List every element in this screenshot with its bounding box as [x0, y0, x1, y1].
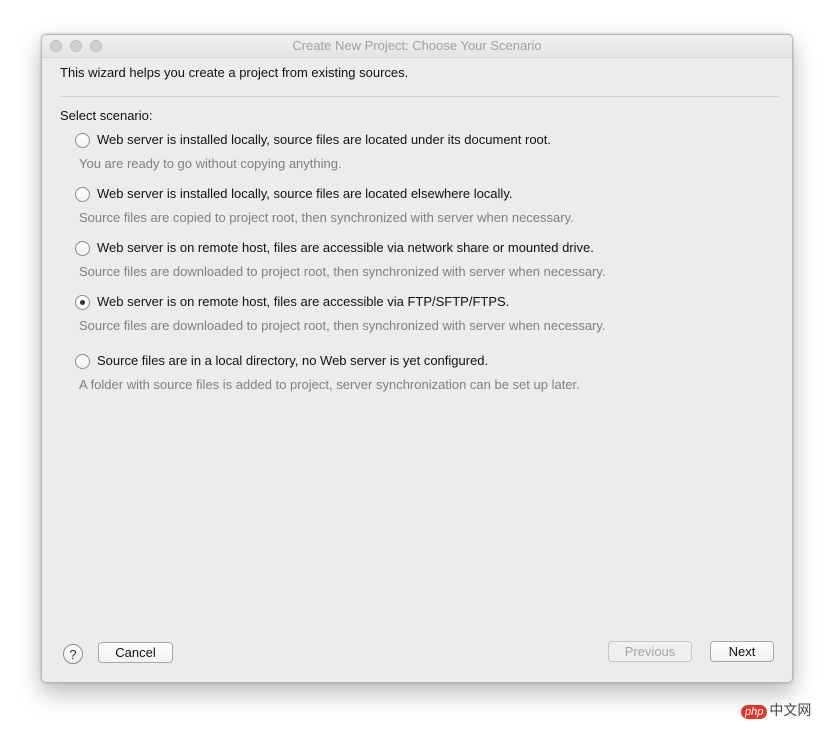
option-description: Source files are downloaded to project r… — [79, 264, 606, 279]
radio-button[interactable] — [75, 133, 90, 148]
title-bar: Create New Project: Choose Your Scenario — [42, 35, 792, 58]
watermark-text: 中文网 — [769, 702, 812, 718]
option-description: Source files are copied to project root,… — [79, 210, 574, 225]
radio-button[interactable] — [75, 187, 90, 202]
select-scenario-label: Select scenario: — [60, 108, 153, 123]
option-description: You are ready to go without copying anyt… — [79, 156, 342, 171]
wizard-window: Create New Project: Choose Your Scenario… — [41, 34, 793, 683]
next-button[interactable]: Next — [710, 641, 774, 662]
option-label[interactable]: Web server is installed locally, source … — [97, 186, 512, 201]
option-description: A folder with source files is added to p… — [79, 377, 580, 392]
header-separator — [60, 96, 779, 97]
option-label[interactable]: Source files are in a local directory, n… — [97, 353, 488, 368]
window-title: Create New Project: Choose Your Scenario — [292, 38, 542, 53]
option-label[interactable]: Web server is installed locally, source … — [97, 132, 551, 147]
cancel-button[interactable]: Cancel — [98, 642, 173, 663]
option-description: Source files are downloaded to project r… — [79, 318, 606, 333]
radio-button[interactable] — [75, 354, 90, 369]
previous-button[interactable]: Previous — [608, 641, 692, 662]
wizard-intro-text: This wizard helps you create a project f… — [60, 65, 409, 80]
radio-button[interactable] — [75, 241, 90, 256]
radio-selected-dot — [80, 300, 85, 305]
watermark-logo: php 中文网 — [741, 700, 811, 720]
radio-button-selected[interactable] — [75, 295, 90, 310]
option-label[interactable]: Web server is on remote host, files are … — [97, 240, 594, 255]
watermark-badge: php — [741, 705, 768, 719]
help-button[interactable]: ? — [63, 644, 83, 664]
option-label[interactable]: Web server is on remote host, files are … — [97, 294, 509, 309]
